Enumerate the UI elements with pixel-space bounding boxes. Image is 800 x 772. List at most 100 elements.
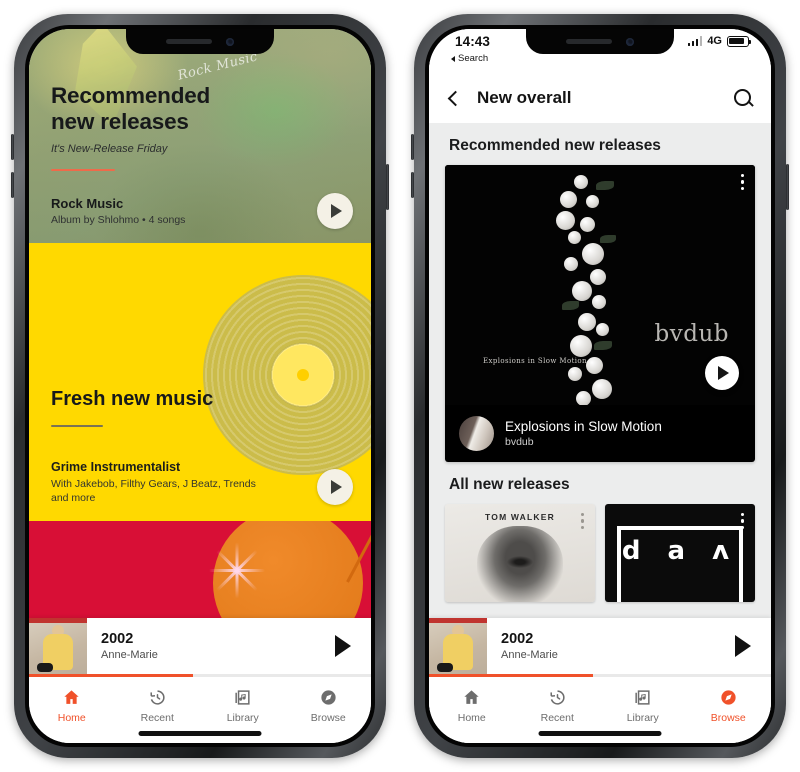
- item-meta: With Jakebob, Filthy Gears, J Beatz, Tre…: [51, 477, 256, 504]
- accent-divider: [51, 424, 103, 427]
- mini-player-artwork: [429, 618, 487, 674]
- sparkle-graphic: [207, 540, 267, 600]
- artwork-title-watermark: Explosions in Slow Motion: [483, 357, 587, 365]
- phone-left: Rock Music Recommended new releases It's…: [11, 14, 389, 758]
- volume-up-button[interactable]: [11, 134, 14, 160]
- volume-down-button[interactable]: [411, 172, 414, 198]
- left-scroll-content[interactable]: Rock Music Recommended new releases It's…: [29, 29, 371, 743]
- tab-home[interactable]: Home: [29, 687, 115, 724]
- card-item-row[interactable]: Grime Instrumentalist With Jakebob, Filt…: [51, 460, 353, 505]
- more-vertical-icon[interactable]: [740, 513, 744, 530]
- phone-right: 14:43 Search 4G New overall Recommended …: [411, 14, 789, 758]
- library-music-icon: [633, 687, 653, 707]
- play-button[interactable]: [317, 193, 353, 229]
- card-item-row[interactable]: Rock Music Album by Shlohmo • 4 songs: [51, 193, 353, 229]
- album-tile-letters[interactable]: d a ʌ: [605, 504, 755, 602]
- tab-library[interactable]: Library: [600, 687, 686, 724]
- tab-home-label: Home: [457, 712, 486, 724]
- mini-player-title: 2002: [501, 631, 534, 647]
- phone-left-bezel: Rock Music Recommended new releases It's…: [25, 25, 375, 747]
- more-vertical-icon[interactable]: [580, 513, 584, 530]
- tab-browse[interactable]: Browse: [286, 687, 372, 724]
- power-button[interactable]: [386, 164, 389, 210]
- tab-recent[interactable]: Recent: [115, 687, 201, 724]
- card-red-promo[interactable]: [29, 521, 371, 618]
- card-subtitle: It's New-Release Friday: [51, 142, 168, 155]
- blossom-graphic: [540, 165, 660, 405]
- tab-recent[interactable]: Recent: [515, 687, 601, 724]
- home-icon: [62, 687, 82, 707]
- status-time: 14:43: [455, 34, 491, 49]
- item-title: Rock Music: [51, 196, 124, 211]
- search-icon[interactable]: [734, 88, 753, 108]
- chevron-left-icon[interactable]: [447, 90, 464, 106]
- notch: [526, 29, 674, 54]
- battery-icon: [727, 35, 752, 47]
- play-button[interactable]: [317, 469, 353, 505]
- tab-browse-label: Browse: [710, 712, 746, 724]
- tab-home-label: Home: [57, 712, 86, 724]
- status-indicators: 4G: [687, 35, 752, 47]
- card-item-text: Grime Instrumentalist With Jakebob, Filt…: [51, 460, 317, 505]
- album-title: Explosions in Slow Motion: [505, 419, 662, 434]
- notch: [126, 29, 274, 54]
- card-recommended-new-releases[interactable]: Rock Music Recommended new releases It's…: [29, 29, 371, 243]
- mini-player-info: 2002 Anne-Marie: [87, 618, 315, 674]
- history-clock-icon: [547, 687, 567, 707]
- card-fresh-new-music[interactable]: Fresh new music Grime Instrumentalist Wi…: [29, 243, 371, 521]
- mini-player-play-button[interactable]: [715, 618, 771, 674]
- card-title: Fresh new music: [51, 388, 214, 410]
- album-artist: bvdub: [505, 436, 534, 448]
- front-camera-icon: [626, 37, 634, 46]
- item-meta: Album by Shlohmo • 4 songs: [51, 214, 186, 226]
- network-type-label: 4G: [707, 35, 722, 47]
- mini-player-artwork: [29, 618, 87, 674]
- home-icon: [462, 687, 482, 707]
- phone-right-screen: 14:43 Search 4G New overall Recommended …: [429, 29, 771, 743]
- volume-down-button[interactable]: [11, 172, 14, 198]
- back-caret-icon: [451, 55, 455, 62]
- more-vertical-icon[interactable]: [740, 174, 744, 191]
- earpiece-speaker-icon: [566, 39, 612, 44]
- home-indicator[interactable]: [138, 731, 262, 736]
- featured-album-card[interactable]: bvdub Explosions in Slow Motion Explosio: [445, 165, 755, 462]
- accent-divider: [51, 168, 115, 172]
- earpiece-speaker-icon: [166, 39, 212, 44]
- card-item-text: Rock Music Album by Shlohmo • 4 songs: [51, 196, 317, 226]
- play-icon: [331, 204, 342, 218]
- status-back-to-app[interactable]: Search: [451, 53, 488, 64]
- eye-graphic: [507, 556, 533, 568]
- mini-player-play-button[interactable]: [315, 618, 371, 674]
- home-indicator[interactable]: [538, 731, 662, 736]
- mini-player[interactable]: 2002 Anne-Marie: [429, 618, 771, 674]
- mini-player[interactable]: 2002 Anne-Marie: [29, 618, 371, 674]
- mini-player-artist: Anne-Marie: [101, 649, 158, 661]
- tab-library-label: Library: [226, 712, 259, 724]
- avatar: [459, 416, 494, 451]
- status-back-label: Search: [458, 53, 489, 64]
- album-tile-tom-walker[interactable]: TOM WALKER: [445, 504, 595, 602]
- phone-right-bezel: 14:43 Search 4G New overall Recommended …: [425, 25, 775, 747]
- screenshot-stage: Rock Music Recommended new releases It's…: [0, 0, 800, 772]
- mini-player-title: 2002: [101, 631, 134, 647]
- compass-icon: [718, 687, 738, 707]
- tab-home[interactable]: Home: [429, 687, 515, 724]
- vinyl-record-graphic: [203, 275, 371, 475]
- front-camera-icon: [226, 37, 234, 46]
- play-button[interactable]: [705, 356, 739, 390]
- play-icon: [331, 480, 342, 494]
- tab-browse-label: Browse: [310, 712, 346, 724]
- album-tile-row: TOM WALKER d a ʌ: [429, 504, 771, 602]
- volume-up-button[interactable]: [411, 134, 414, 160]
- tab-browse[interactable]: Browse: [686, 687, 772, 724]
- item-title: Grime Instrumentalist: [51, 459, 181, 474]
- card-title-line1: Recommended: [51, 83, 211, 108]
- mini-player-info: 2002 Anne-Marie: [487, 618, 715, 674]
- card-footer-text: Explosions in Slow Motion bvdub: [505, 419, 741, 448]
- tab-recent-label: Recent: [540, 712, 574, 724]
- play-icon: [718, 366, 729, 380]
- power-button[interactable]: [786, 164, 789, 210]
- tab-library[interactable]: Library: [200, 687, 286, 724]
- content-scroll[interactable]: Recommended new releases bvdub Explosion…: [429, 123, 771, 618]
- play-icon: [335, 635, 351, 657]
